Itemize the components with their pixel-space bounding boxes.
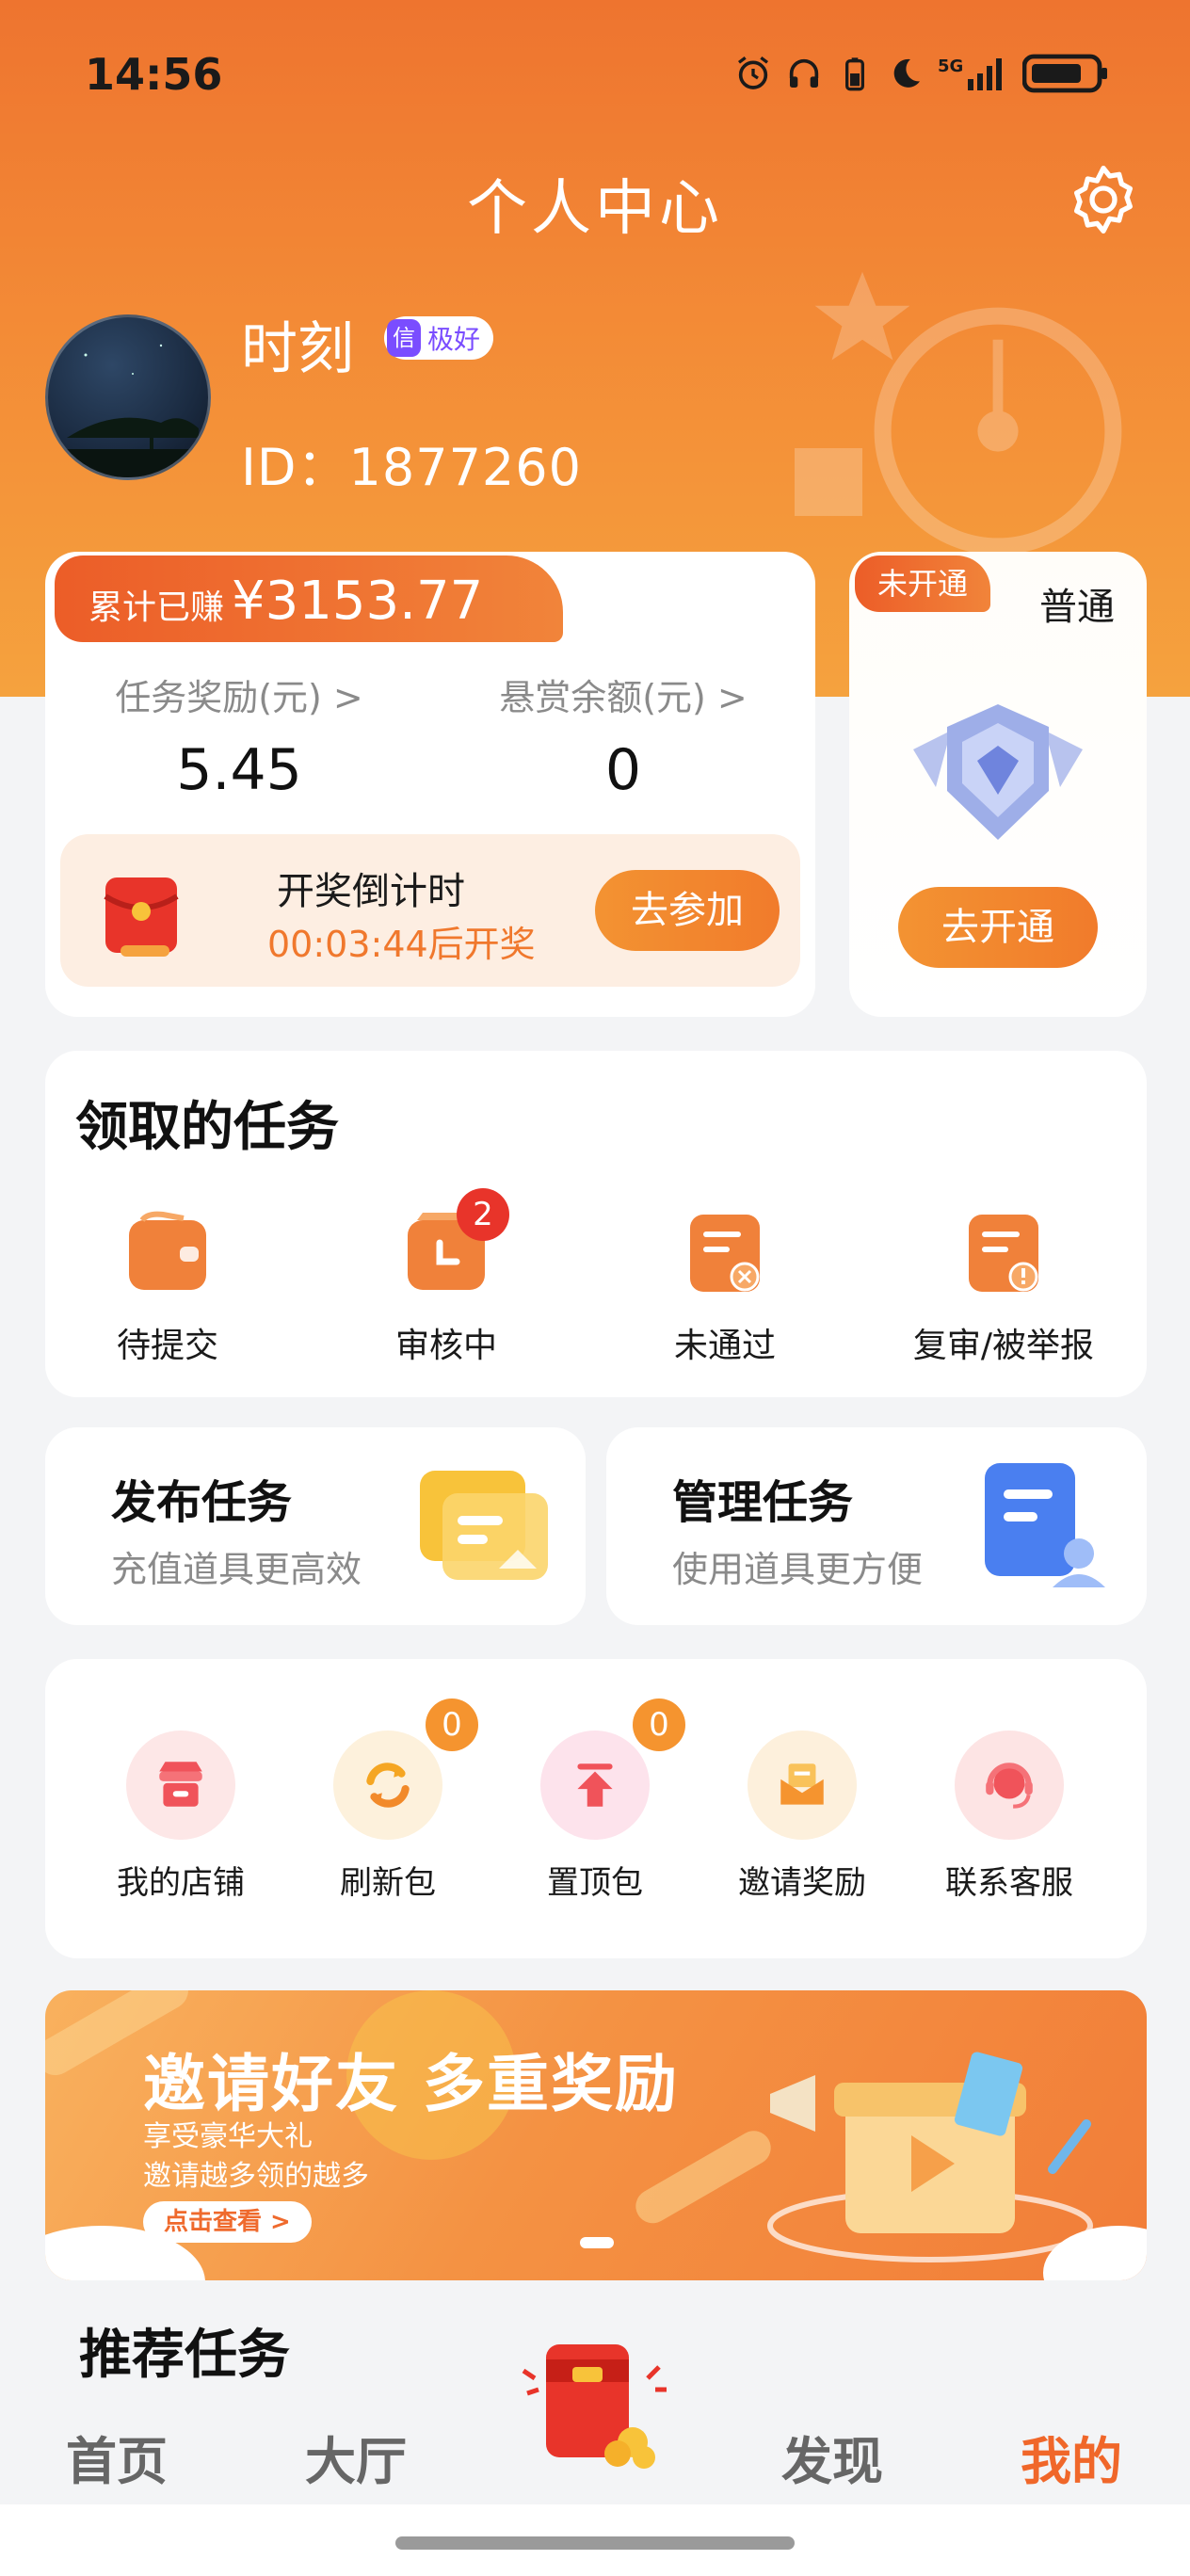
customer-service-headset-icon <box>986 1763 1033 1809</box>
user-id: ID：1877260 <box>241 438 583 497</box>
task-under-review[interactable]: 2 审核中 <box>324 1188 569 1367</box>
task-recheck-reported[interactable]: 复审/被举报 <box>881 1211 1126 1367</box>
bounty-balance-stat[interactable]: 悬赏余额(元) > 0 <box>444 668 802 803</box>
user-name: 时刻 <box>241 316 354 382</box>
rejected-document-icon <box>690 1215 760 1292</box>
task-reward-value: 5.45 <box>176 737 302 803</box>
credit-mark: 信 <box>387 319 421 357</box>
do-not-disturb-moon-icon <box>893 58 920 88</box>
refresh-pack-label: 刷新包 <box>340 1864 436 1902</box>
manage-task-subtitle: 使用道具更方便 <box>672 1549 924 1590</box>
publish-task-title: 发布任务 <box>111 1476 293 1529</box>
banner-page-indicator <box>580 2237 614 2248</box>
manage-task-title: 管理任务 <box>672 1476 854 1529</box>
task-pending-submit-label: 待提交 <box>116 1327 218 1365</box>
publish-folder-icon <box>420 1471 548 1580</box>
invite-reward-tool[interactable]: 邀请奖励 <box>699 1731 906 1903</box>
bounty-balance-value: 0 <box>604 737 642 803</box>
svg-text:5G: 5G <box>938 56 963 76</box>
banner-subtitle-1: 享受豪华大礼 <box>143 2120 313 2153</box>
lottery-countdown: 00:03:44后开奖 <box>267 924 536 965</box>
refresh-pack-tool[interactable]: 0 刷新包 <box>284 1699 491 1903</box>
activate-membership-button[interactable]: 去开通 <box>898 887 1098 968</box>
publish-task-card[interactable]: 发布任务 充值道具更高效 <box>45 1427 586 1625</box>
bounty-balance-label: 悬赏余额(元) > <box>499 677 748 718</box>
red-envelope-icon <box>104 877 179 957</box>
diamond-shield-badge-icon <box>913 704 1083 840</box>
status-icons: 5G <box>734 53 1109 94</box>
received-tasks-title: 领取的任务 <box>75 1097 339 1158</box>
battery-icon <box>1022 54 1107 93</box>
manage-document-user-icon <box>985 1463 1105 1587</box>
alarm-icon <box>738 56 768 89</box>
total-earned-tag: 累计已赚 ¥3153.77 <box>55 555 563 642</box>
task-reward-label: 任务奖励(元) > <box>115 677 363 718</box>
tab-mine[interactable]: 我的 <box>1021 2420 1122 2494</box>
customer-service-label: 联系客服 <box>945 1864 1073 1902</box>
manage-task-card[interactable]: 管理任务 使用道具更方便 <box>606 1427 1147 1625</box>
small-battery-icon <box>845 57 864 91</box>
earnings-card: 累计已赚 ¥3153.77 任务奖励(元) > 5.45 悬赏余额(元) > 0… <box>45 552 815 1017</box>
banner-title: 邀请好友 多重奖励 <box>143 2048 679 2120</box>
total-earned-amount: ¥3153.77 <box>232 571 484 632</box>
lottery-title: 开奖倒计时 <box>277 870 465 913</box>
lucky-wheel-decoration <box>795 271 1122 555</box>
recommended-tasks-title: 推荐任务 <box>79 2325 290 2386</box>
received-tasks-card: 领取的任务 待提交 2 审核中 未通过 复审/被举报 <box>45 1051 1147 1397</box>
task-recheck-reported-label: 复审/被举报 <box>912 1327 1095 1365</box>
credit-level: 极好 <box>427 324 481 355</box>
membership-level: 普通 <box>1039 586 1115 629</box>
pin-top-pack-tool[interactable]: 0 置顶包 <box>491 1699 699 1903</box>
task-rejected-label: 未通过 <box>673 1327 776 1365</box>
tab-home[interactable]: 首页 <box>66 2420 168 2494</box>
task-pending-submit[interactable]: 待提交 <box>45 1211 290 1367</box>
task-rejected[interactable]: 未通过 <box>603 1211 847 1367</box>
refresh-pack-count-badge: 0 <box>426 1699 478 1751</box>
my-shop-label: 我的店铺 <box>117 1864 245 1902</box>
membership-status-tag: 未开通 <box>855 555 990 612</box>
pin-top-pack-label: 置顶包 <box>547 1864 643 1902</box>
banner-subtitle-2: 邀请越多领的越多 <box>143 2160 369 2193</box>
total-earned-label: 累计已赚 <box>88 588 225 627</box>
task-under-review-label: 审核中 <box>394 1327 497 1365</box>
banner-view-button[interactable]: 点击查看 > <box>143 2201 312 2243</box>
tools-card: 我的店铺 0 刷新包 0 置顶包 邀请奖励 联系客服 <box>45 1659 1147 1958</box>
pin-top-pack-count-badge: 0 <box>633 1699 685 1751</box>
red-envelope-center-tab-icon[interactable] <box>516 2333 676 2474</box>
lottery-panel: 开奖倒计时 00:03:44后开奖 去参加 <box>60 834 800 987</box>
status-bar: 14:56 5G <box>0 38 1190 113</box>
invite-reward-label: 邀请奖励 <box>738 1864 866 1902</box>
gift-box-illustration <box>767 2052 1093 2262</box>
avatar[interactable] <box>45 314 211 480</box>
shop-icon <box>159 1762 202 1807</box>
my-shop-tool[interactable]: 我的店铺 <box>77 1731 284 1903</box>
tab-discover[interactable]: 发现 <box>781 2420 883 2494</box>
task-reward-stat[interactable]: 任务奖励(元) > 5.45 <box>60 668 418 803</box>
settings-gear-icon[interactable] <box>1066 162 1141 237</box>
pin-to-top-icon <box>577 1763 613 1807</box>
tab-hall[interactable]: 大厅 <box>305 2420 407 2494</box>
publish-task-subtitle: 充值道具更高效 <box>111 1549 362 1590</box>
refresh-icon <box>366 1763 410 1808</box>
envelope-icon <box>780 1763 824 1805</box>
page-title: 个人中心 <box>467 174 723 244</box>
invite-friends-banner[interactable]: 邀请好友 多重奖励 享受豪华大礼 邀请越多领的越多 点击查看 > <box>45 1990 1147 2280</box>
headphones-icon <box>789 58 819 88</box>
under-review-count-badge: 2 <box>457 1188 509 1241</box>
report-document-icon <box>969 1215 1038 1292</box>
wallet-icon <box>129 1211 206 1290</box>
join-lottery-button[interactable]: 去参加 <box>595 870 780 951</box>
customer-service-tool[interactable]: 联系客服 <box>906 1731 1113 1903</box>
credit-badge: 信 极好 <box>384 316 494 360</box>
avatar-tree-image <box>48 344 208 477</box>
membership-card: 未开通 普通 去开通 <box>849 552 1147 1017</box>
home-indicator[interactable] <box>395 2536 795 2550</box>
signal-5g-icon: 5G <box>938 56 1002 90</box>
status-time: 14:56 <box>85 49 223 100</box>
